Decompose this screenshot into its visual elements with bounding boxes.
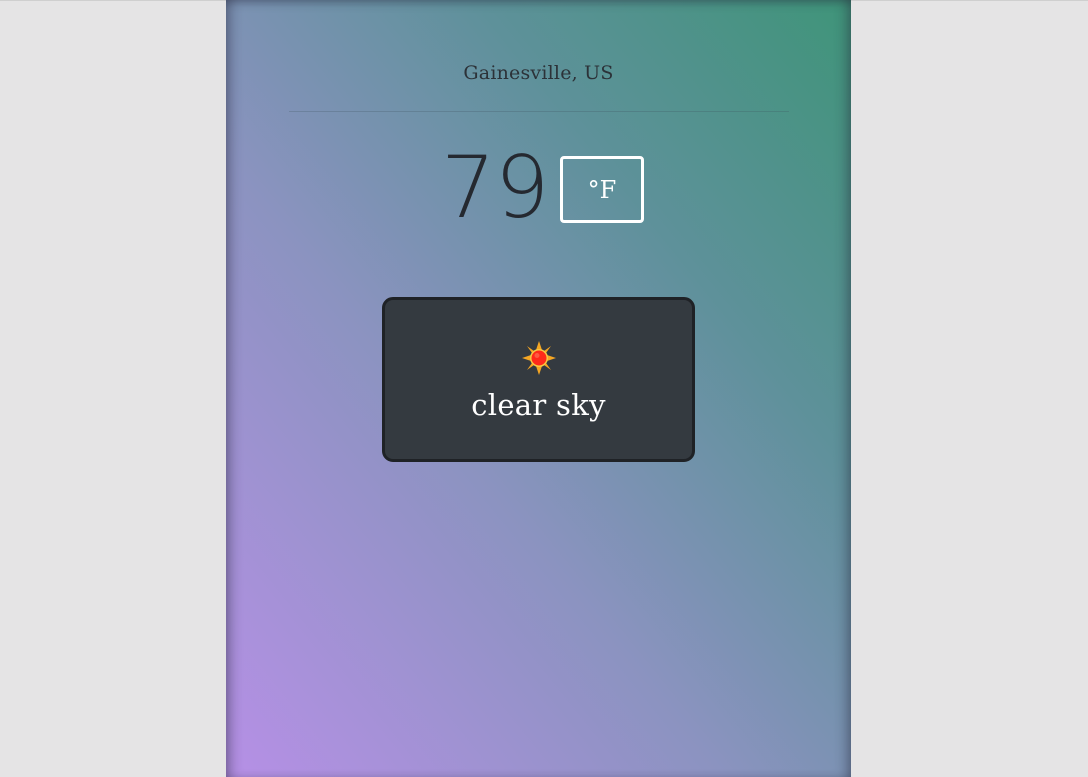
sun-icon [385,340,692,376]
weather-card: clear sky [382,297,695,462]
weather-panel: Gainesville, US 79 °F clear sky [226,0,851,777]
divider [289,111,789,112]
location-label: Gainesville, US [463,62,614,84]
temperature-value: 79 [441,138,549,238]
unit-toggle-button[interactable]: °F [560,156,644,223]
weather-description: clear sky [471,388,606,422]
